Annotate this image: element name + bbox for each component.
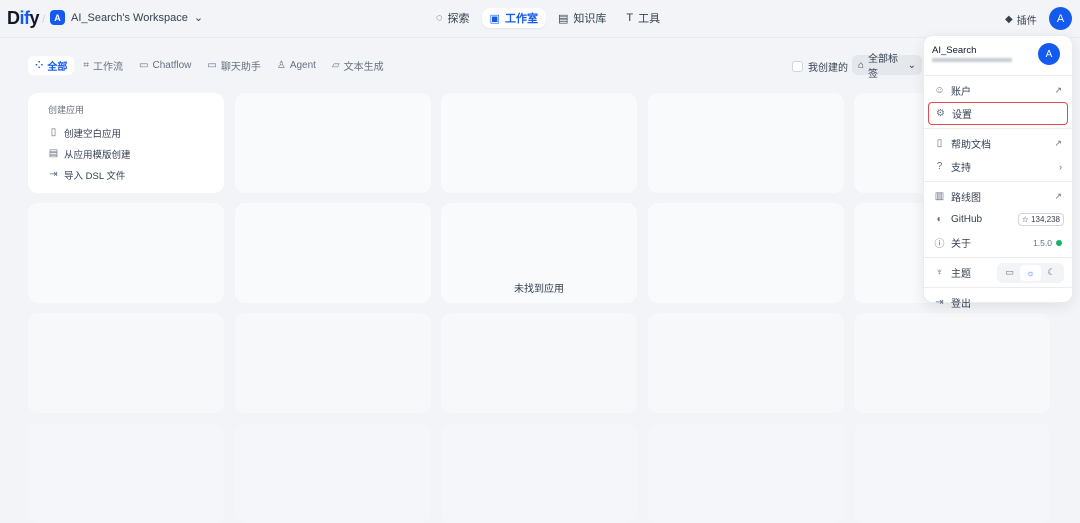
placeholder-card bbox=[441, 313, 637, 413]
workspace-switcher[interactable]: A AI_Search's Workspace ⌄ bbox=[50, 10, 203, 25]
menu-settings[interactable]: ⚙ 设置 bbox=[928, 102, 1068, 125]
placeholder-card bbox=[235, 313, 431, 413]
github-stars-badge: ☆ 134,238 bbox=[1017, 213, 1064, 226]
placeholder-card bbox=[235, 203, 431, 303]
tab-all[interactable]: ⁘ 全部 bbox=[28, 56, 75, 75]
cube-icon: ◆ bbox=[1005, 14, 1013, 25]
plugins-button[interactable]: ◆ 插件 bbox=[1005, 12, 1037, 27]
placeholder-card bbox=[28, 203, 224, 303]
tab-agent[interactable]: ♙ Agent bbox=[270, 56, 323, 75]
book-open-icon: ▯ bbox=[936, 138, 943, 149]
menu-theme: ♆ 主题 ▭ ☼ ☾ bbox=[928, 261, 1068, 284]
menu-github[interactable]: ◐ GitHub ☆ 134,238 bbox=[928, 208, 1068, 231]
menu-roadmap[interactable]: ▥ 路线图 ↗ bbox=[928, 185, 1068, 208]
create-app-title: 创建应用 bbox=[48, 105, 85, 115]
message-icon: ▭ bbox=[207, 60, 217, 71]
hammer-icon: T bbox=[626, 12, 634, 24]
github-icon: ◐ bbox=[936, 214, 943, 225]
dify-logo[interactable]: Dify bbox=[7, 8, 39, 29]
tag-icon: ⌂ bbox=[858, 59, 865, 71]
agent-icon: ♙ bbox=[276, 60, 286, 71]
placeholder-card bbox=[648, 313, 844, 413]
create-blank-app[interactable]: ▯ 创建空白应用 bbox=[48, 122, 204, 143]
tab-workflow[interactable]: ⌗ 工作流 bbox=[76, 56, 130, 75]
empty-state-text: 未找到应用 bbox=[514, 284, 564, 295]
checkbox[interactable] bbox=[792, 61, 803, 72]
placeholder-card bbox=[235, 93, 431, 193]
workspace-name: AI_Search's Workspace bbox=[71, 11, 188, 24]
placeholder-card bbox=[28, 423, 224, 523]
workflow-icon: ⌗ bbox=[83, 60, 90, 71]
menu-about[interactable]: ⓘ 关于 1.5.0 bbox=[928, 231, 1068, 254]
tab-chatflow[interactable]: ▭ Chatflow bbox=[132, 56, 198, 75]
chevron-down-icon: ⌄ bbox=[193, 12, 204, 24]
menu-logout[interactable]: ⇥ 登出 bbox=[928, 291, 1068, 314]
monitor-icon[interactable]: ▭ bbox=[999, 265, 1020, 281]
file-plus-icon: ▯ bbox=[50, 127, 57, 138]
external-link-icon: ↗ bbox=[1054, 191, 1062, 201]
template-icon: ▤ bbox=[48, 148, 59, 159]
external-link-icon: ↗ bbox=[1054, 138, 1062, 148]
chevron-down-icon: ⌄ bbox=[907, 59, 916, 71]
placeholder-card bbox=[441, 93, 637, 193]
created-by-me-checkbox[interactable]: 我创建的 bbox=[792, 59, 848, 74]
user-circle-icon: ☺ bbox=[934, 85, 945, 96]
map-icon: ▥ bbox=[934, 191, 945, 202]
divider: / bbox=[42, 12, 46, 26]
grid-icon: ⁘ bbox=[35, 60, 44, 71]
placeholder-card bbox=[648, 203, 844, 303]
nav-knowledge[interactable]: ▤ 知识库 bbox=[550, 8, 614, 28]
menu-docs[interactable]: ▯ 帮助文档 ↗ bbox=[928, 132, 1068, 155]
placeholder-card bbox=[441, 423, 637, 523]
placeholder-card bbox=[28, 313, 224, 413]
note-icon: ▱ bbox=[331, 60, 340, 71]
shirt-icon: ♆ bbox=[935, 267, 944, 278]
chevron-right-icon: › bbox=[1059, 161, 1062, 172]
compass-icon: ◌ bbox=[436, 12, 443, 24]
external-link-icon: ↗ bbox=[1054, 85, 1062, 95]
create-app-card: 创建应用 ▯ 创建空白应用 ▤ 从应用模版创建 ⇥ 导入 DSL 文件 bbox=[28, 93, 224, 193]
menu-account[interactable]: ☺ 账户 ↗ bbox=[928, 79, 1068, 102]
user-email-redacted bbox=[932, 58, 1012, 62]
chat-icon: ▭ bbox=[139, 60, 149, 71]
tab-completion[interactable]: ▱ 文本生成 bbox=[325, 56, 391, 75]
placeholder-card bbox=[648, 423, 844, 523]
sun-icon[interactable]: ☼ bbox=[1020, 264, 1041, 281]
menu-support[interactable]: ? 支持 › bbox=[928, 155, 1068, 178]
placeholder-card bbox=[854, 423, 1050, 523]
user-avatar[interactable]: A bbox=[1049, 7, 1072, 30]
user-menu: AI_Search A ☺ 账户 ↗ ⚙ 设置 ▯ 帮助文档 ↗ ? 支持 › ▥ 路线图 ↗ ◐ G… bbox=[923, 35, 1073, 310]
info-icon: ⓘ bbox=[934, 239, 945, 250]
placeholder-card bbox=[648, 93, 844, 193]
nav-studio[interactable]: ▣ 工作室 bbox=[481, 8, 546, 28]
tab-chatbot[interactable]: ▭ 聊天助手 bbox=[200, 56, 267, 75]
workspace-avatar: A bbox=[50, 10, 65, 25]
import-dsl[interactable]: ⇥ 导入 DSL 文件 bbox=[48, 164, 204, 185]
book-icon: ▤ bbox=[557, 12, 569, 25]
import-icon: ⇥ bbox=[49, 169, 58, 180]
placeholder-card bbox=[235, 423, 431, 523]
robot-icon: ▣ bbox=[489, 12, 500, 25]
create-from-template[interactable]: ▤ 从应用模版创建 bbox=[48, 143, 204, 164]
user-name: AI_Search bbox=[932, 45, 977, 56]
logout-icon: ⇥ bbox=[935, 297, 944, 308]
theme-switcher: ▭ ☼ ☾ bbox=[997, 262, 1064, 283]
top-header: Dify / A AI_Search's Workspace ⌄ ◌ 探索 ▣ 工作室 … bbox=[0, 0, 1080, 38]
moon-icon[interactable]: ☾ bbox=[1041, 265, 1062, 281]
help-circle-icon: ? bbox=[936, 161, 943, 172]
tag-filter-select[interactable]: ⌂ 全部标签 ⌄ bbox=[852, 54, 922, 80]
nav-tools[interactable]: T 工具 bbox=[618, 8, 668, 28]
version-text: 1.5.0 bbox=[1033, 237, 1052, 248]
placeholder-card bbox=[854, 313, 1050, 413]
status-dot bbox=[1056, 239, 1062, 246]
nav-explore[interactable]: ◌ 探索 bbox=[428, 8, 478, 28]
gear-icon: ⚙ bbox=[936, 108, 945, 119]
menu-avatar: A bbox=[1038, 43, 1060, 65]
